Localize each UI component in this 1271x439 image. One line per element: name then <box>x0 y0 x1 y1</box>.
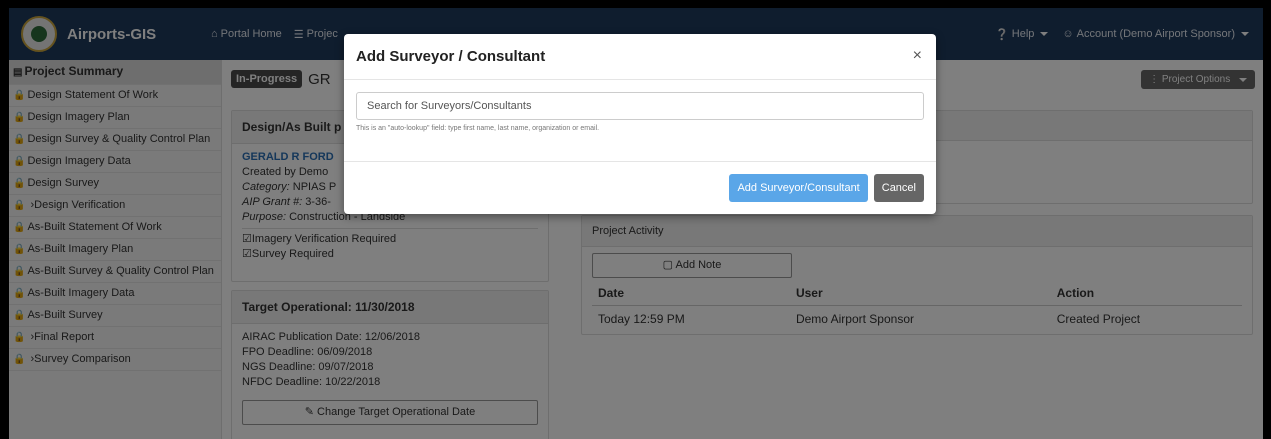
search-help-text: This is an "auto-lookup" field: type fir… <box>356 125 600 132</box>
close-icon[interactable]: × <box>913 47 922 65</box>
add-surveyor-modal: Add Surveyor / Consultant × Search for S… <box>344 34 936 214</box>
app-frame: Airports-GIS ⌂ Portal Home ☰ Projec ❔ He… <box>9 8 1263 439</box>
modal-title: Add Surveyor / Consultant <box>356 48 546 65</box>
modal-header: Add Surveyor / Consultant × <box>344 34 936 80</box>
surveyor-search-input[interactable]: Search for Surveyors/Consultants <box>356 92 924 120</box>
modal-body: Search for Surveyors/Consultants This is… <box>344 80 936 162</box>
cancel-button[interactable]: Cancel <box>873 174 924 202</box>
add-surveyor-button[interactable]: Add Surveyor/Consultant <box>729 174 868 202</box>
modal-footer: Add Surveyor/Consultant Cancel <box>344 162 936 214</box>
